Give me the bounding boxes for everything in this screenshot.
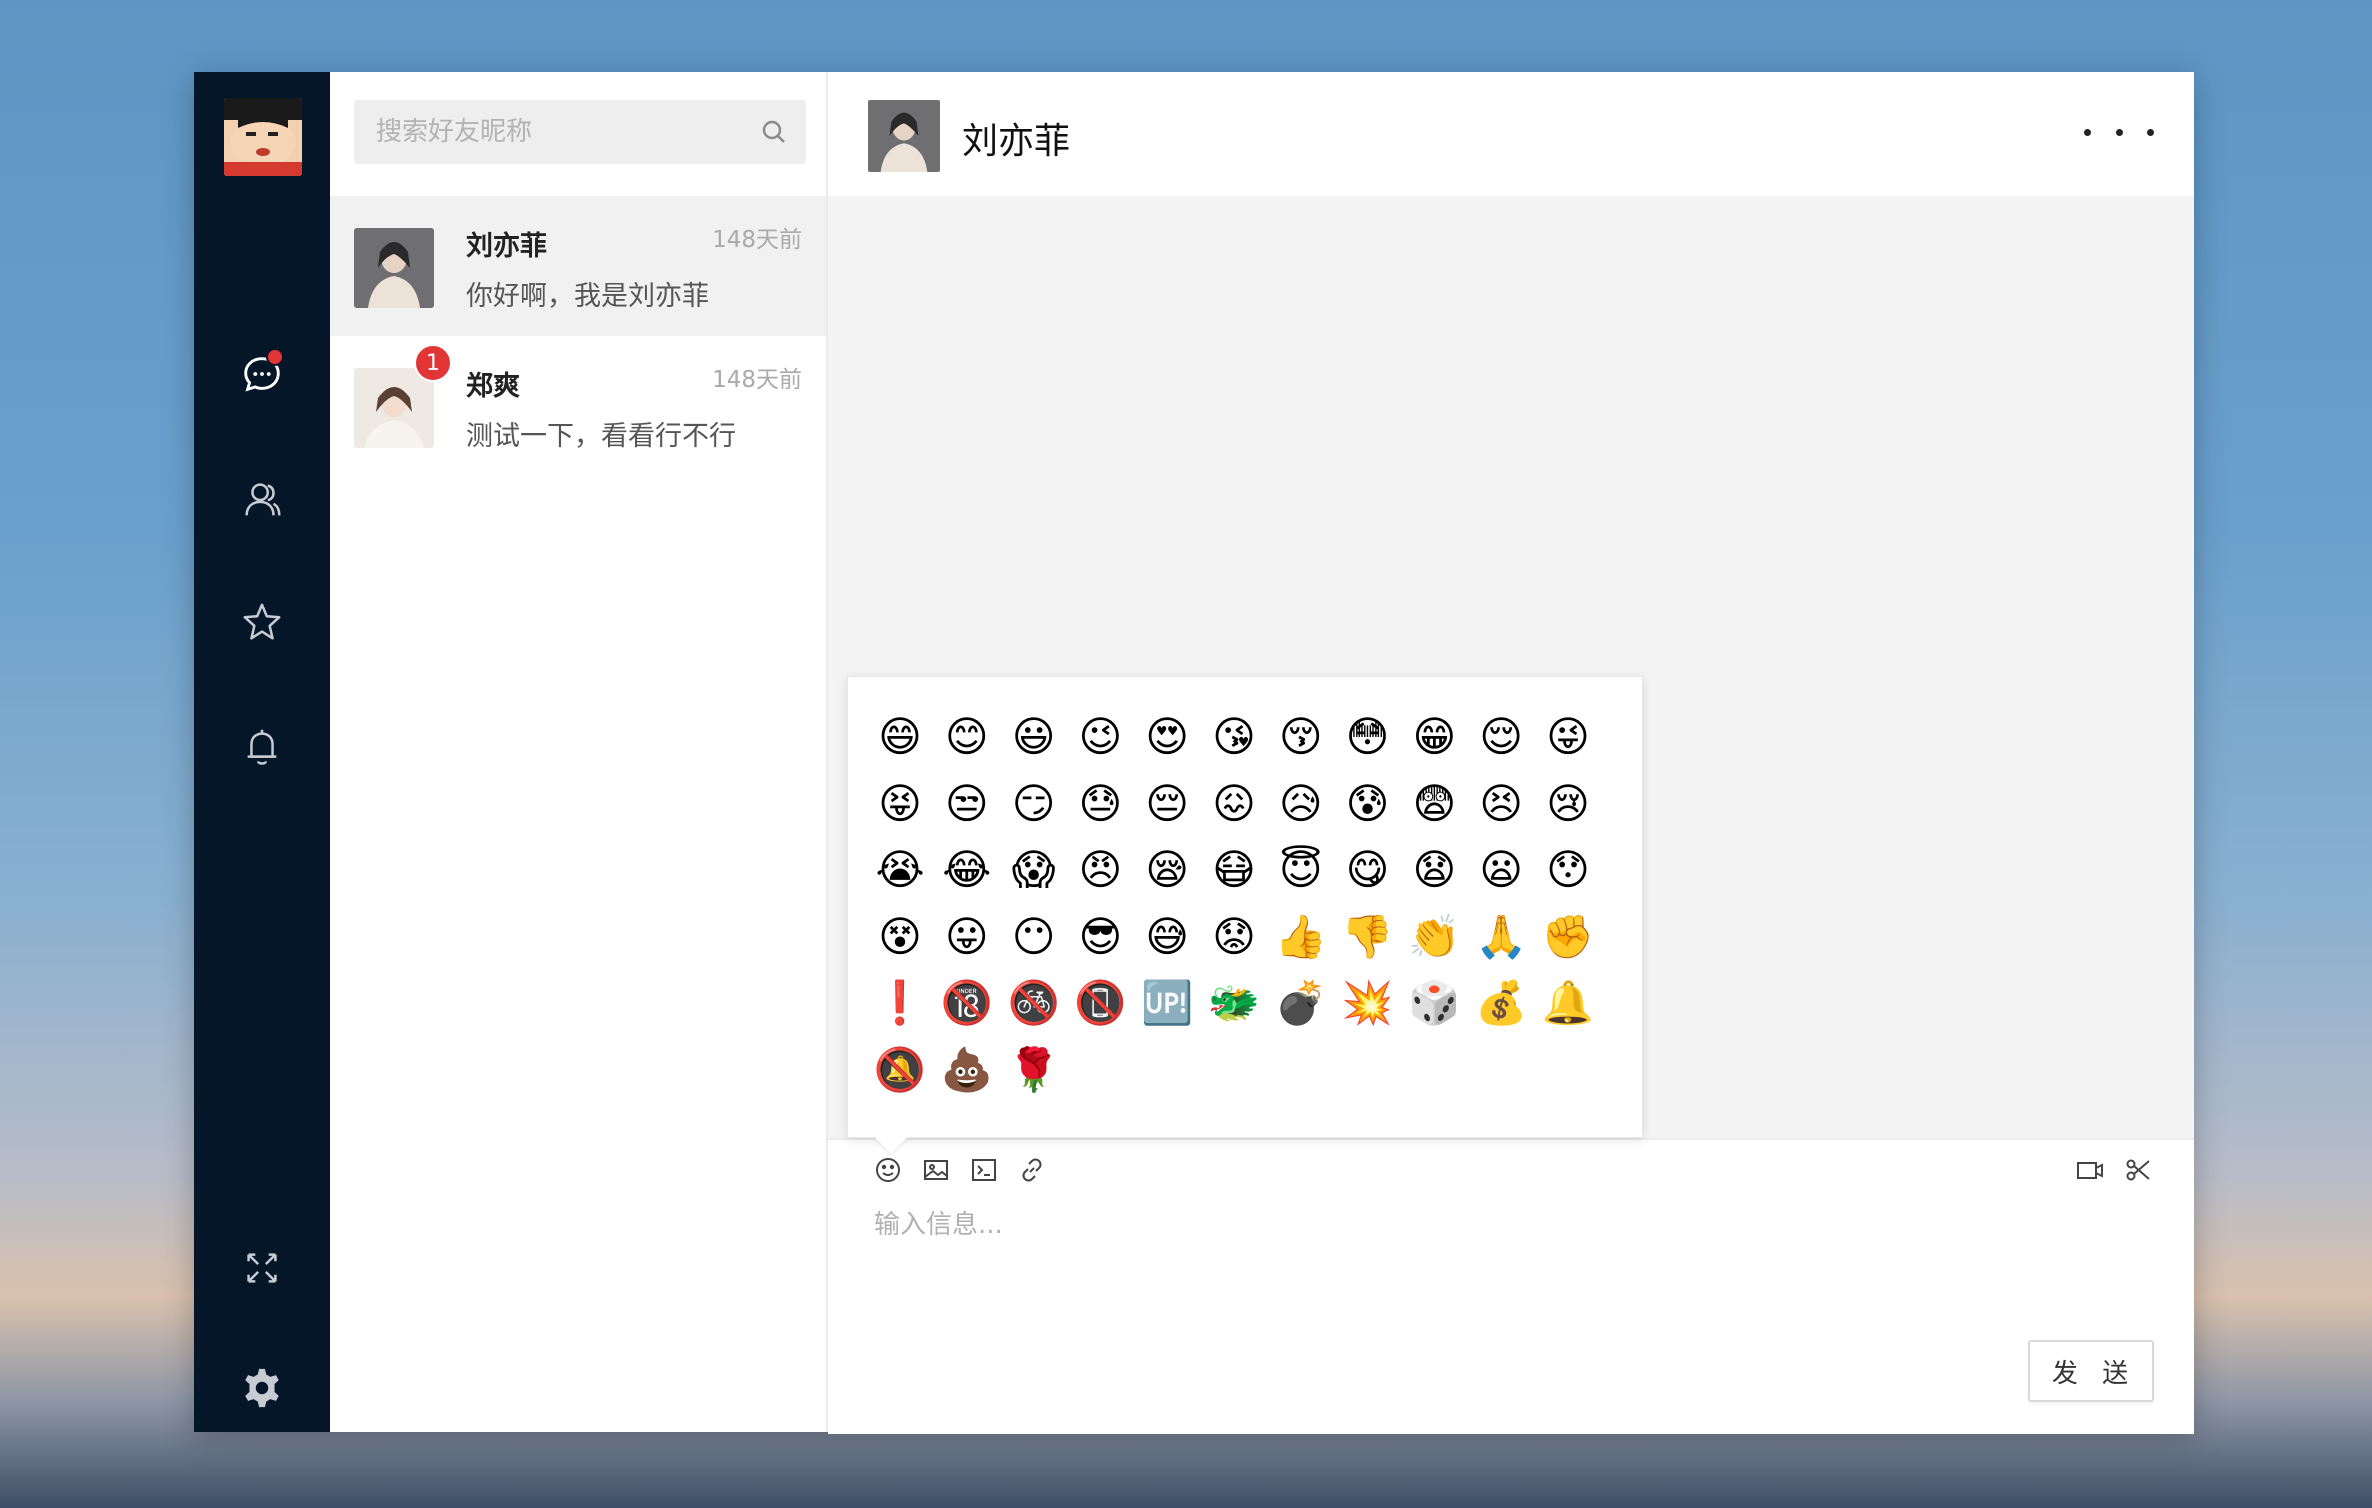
emoji-option[interactable]: 📵 (1070, 973, 1130, 1033)
emoji-option[interactable]: 😦 (1471, 840, 1531, 900)
favorites-nav-icon[interactable] (232, 592, 292, 652)
emoji-option[interactable]: 😃 (1004, 707, 1064, 767)
emoji-option[interactable]: 😝 (870, 774, 930, 834)
emoji-option[interactable]: 😳 (1338, 707, 1398, 767)
unread-count-badge: 1 (414, 344, 452, 382)
emoji-option[interactable]: 💣 (1271, 973, 1331, 1033)
notifications-nav-icon[interactable] (232, 717, 292, 777)
unread-dot (266, 348, 284, 366)
chat-header: 刘亦菲 (828, 72, 2194, 196)
emoji-option[interactable]: 😉 (1070, 707, 1130, 767)
emoji-option[interactable]: 🔕 (870, 1040, 930, 1100)
emoji-option[interactable]: 🎲 (1404, 973, 1464, 1033)
screenshot-scissors-icon[interactable] (2120, 1152, 2156, 1188)
settings-gear-icon[interactable] (232, 1358, 292, 1418)
search-bar (354, 100, 806, 164)
emoji-option[interactable]: 😅 (1137, 907, 1197, 967)
emoji-option[interactable]: 😖 (1204, 774, 1264, 834)
image-icon[interactable] (918, 1152, 954, 1188)
emoji-option[interactable]: 🔞 (937, 973, 997, 1033)
emoji-option[interactable]: 😪 (1137, 840, 1197, 900)
emoji-option[interactable]: 👏 (1404, 907, 1464, 967)
emoji-option[interactable]: 😠 (1070, 840, 1130, 900)
emoji-option[interactable]: ❗ (870, 973, 930, 1033)
emoji-option[interactable]: 😔 (1137, 774, 1197, 834)
chat-panel: 刘亦菲 输入信息... 发 送 😄 😊 😃 😉 😍 😘 😚 😳 😁 😌 😜 😝 … (828, 72, 2194, 1434)
more-options-icon[interactable] (2084, 112, 2154, 152)
emoji-option[interactable]: 🐲 (1204, 973, 1264, 1033)
emoji-option[interactable]: 😌 (1471, 707, 1531, 767)
emoji-option[interactable]: 😁 (1404, 707, 1464, 767)
emoji-option[interactable]: ✊ (1538, 907, 1598, 967)
my-avatar[interactable] (224, 98, 302, 176)
emoji-option[interactable]: 😣 (1471, 774, 1531, 834)
emoji-grid: 😄 😊 😃 😉 😍 😘 😚 😳 😁 😌 😜 😝 😒 😏 😓 😔 😖 😥 😰 😨 😣 😢 😭 😂 😱 😠 😪 😷 😇 😋 😧 😦 😯 😵 😛 😶 😎 😅 😟 👍… (870, 707, 1605, 1107)
emoji-option[interactable]: 🆙 (1137, 973, 1197, 1033)
contacts-nav-icon[interactable] (232, 470, 292, 530)
message-composer: 发 送 (828, 1138, 2194, 1434)
emoji-option[interactable]: 😯 (1538, 840, 1598, 900)
contact-name: 刘亦菲 (466, 231, 547, 262)
emoji-option[interactable]: 😨 (1404, 774, 1464, 834)
emoji-option[interactable]: 😚 (1271, 707, 1331, 767)
emoji-option[interactable]: 😋 (1338, 840, 1398, 900)
emoji-option[interactable]: 😭 (870, 840, 930, 900)
contact-item[interactable]: 刘亦菲 148天前 你好啊，我是刘亦菲 (330, 196, 826, 336)
emoji-option[interactable]: 😓 (1070, 774, 1130, 834)
emoji-option[interactable]: 😰 (1338, 774, 1398, 834)
emoji-option[interactable]: 😱 (1004, 840, 1064, 900)
contact-time: 148天前 (712, 227, 802, 253)
emoji-option[interactable]: 😢 (1538, 774, 1598, 834)
search-icon[interactable] (742, 100, 806, 164)
emoji-option[interactable]: 💩 (937, 1040, 997, 1100)
emoji-option[interactable]: 😛 (937, 907, 997, 967)
emoji-option[interactable]: 😥 (1271, 774, 1331, 834)
emoji-option[interactable]: 😘 (1204, 707, 1264, 767)
emoji-option[interactable]: 🙏 (1471, 907, 1531, 967)
emoji-option[interactable]: 😵 (870, 907, 930, 967)
emoji-option[interactable]: 💥 (1338, 973, 1398, 1033)
emoji-option[interactable]: 🌹 (1004, 1040, 1064, 1100)
chat-partner-avatar[interactable] (868, 100, 940, 172)
contact-avatar (354, 368, 434, 448)
app-window: 刘亦菲 148天前 你好啊，我是刘亦菲 1 郑爽 148天前 测试一下，看看行不… (194, 72, 2194, 1434)
emoji-option[interactable]: 😜 (1538, 707, 1598, 767)
emoji-option[interactable]: 👍 (1271, 907, 1331, 967)
emoji-option[interactable]: 😄 (870, 707, 930, 767)
emoji-option[interactable]: 😶 (1004, 907, 1064, 967)
contact-list-panel: 刘亦菲 148天前 你好啊，我是刘亦菲 1 郑爽 148天前 测试一下，看看行不… (330, 72, 828, 1432)
emoji-option[interactable]: 😊 (937, 707, 997, 767)
fullscreen-icon[interactable] (232, 1238, 292, 1298)
contact-name: 郑爽 (466, 371, 520, 402)
contact-last-message: 测试一下，看看行不行 (466, 421, 736, 452)
emoji-picker: 😄 😊 😃 😉 😍 😘 😚 😳 😁 😌 😜 😝 😒 😏 😓 😔 😖 😥 😰 😨 😣 😢 😭 😂 😱 😠 😪 😷 😇 😋 😧 😦 😯 😵 😛 😶 😎 😅 😟 👍… (847, 676, 1643, 1138)
emoji-option[interactable]: 🔔 (1538, 973, 1598, 1033)
emoji-option[interactable]: 😷 (1204, 840, 1264, 900)
emoji-option[interactable]: 😎 (1070, 907, 1130, 967)
link-icon[interactable] (1014, 1152, 1050, 1188)
contact-item[interactable]: 1 郑爽 148天前 测试一下，看看行不行 (330, 336, 826, 476)
message-input[interactable] (872, 1202, 2136, 1326)
emoji-option[interactable]: 😏 (1004, 774, 1064, 834)
emoji-option[interactable]: 💰 (1471, 973, 1531, 1033)
chat-nav-icon[interactable] (232, 344, 292, 404)
emoji-option[interactable]: 😒 (937, 774, 997, 834)
emoji-icon[interactable] (870, 1152, 906, 1188)
emoji-option[interactable]: 🚳 (1004, 973, 1064, 1033)
code-icon[interactable] (966, 1152, 1002, 1188)
chat-title: 刘亦菲 (962, 121, 1071, 162)
search-input[interactable] (354, 116, 742, 148)
video-call-icon[interactable] (2072, 1152, 2108, 1188)
sidebar (194, 72, 330, 1432)
contact-last-message: 你好啊，我是刘亦菲 (466, 281, 709, 312)
emoji-option[interactable]: 👎 (1338, 907, 1398, 967)
emoji-option[interactable]: 😇 (1271, 840, 1331, 900)
emoji-option[interactable]: 😍 (1137, 707, 1197, 767)
contact-time: 148天前 (712, 367, 802, 393)
contact-avatar (354, 228, 434, 308)
send-button[interactable]: 发 送 (2028, 1340, 2154, 1402)
emoji-option[interactable]: 😧 (1404, 840, 1464, 900)
emoji-option[interactable]: 😟 (1204, 907, 1264, 967)
emoji-option[interactable]: 😂 (937, 840, 997, 900)
